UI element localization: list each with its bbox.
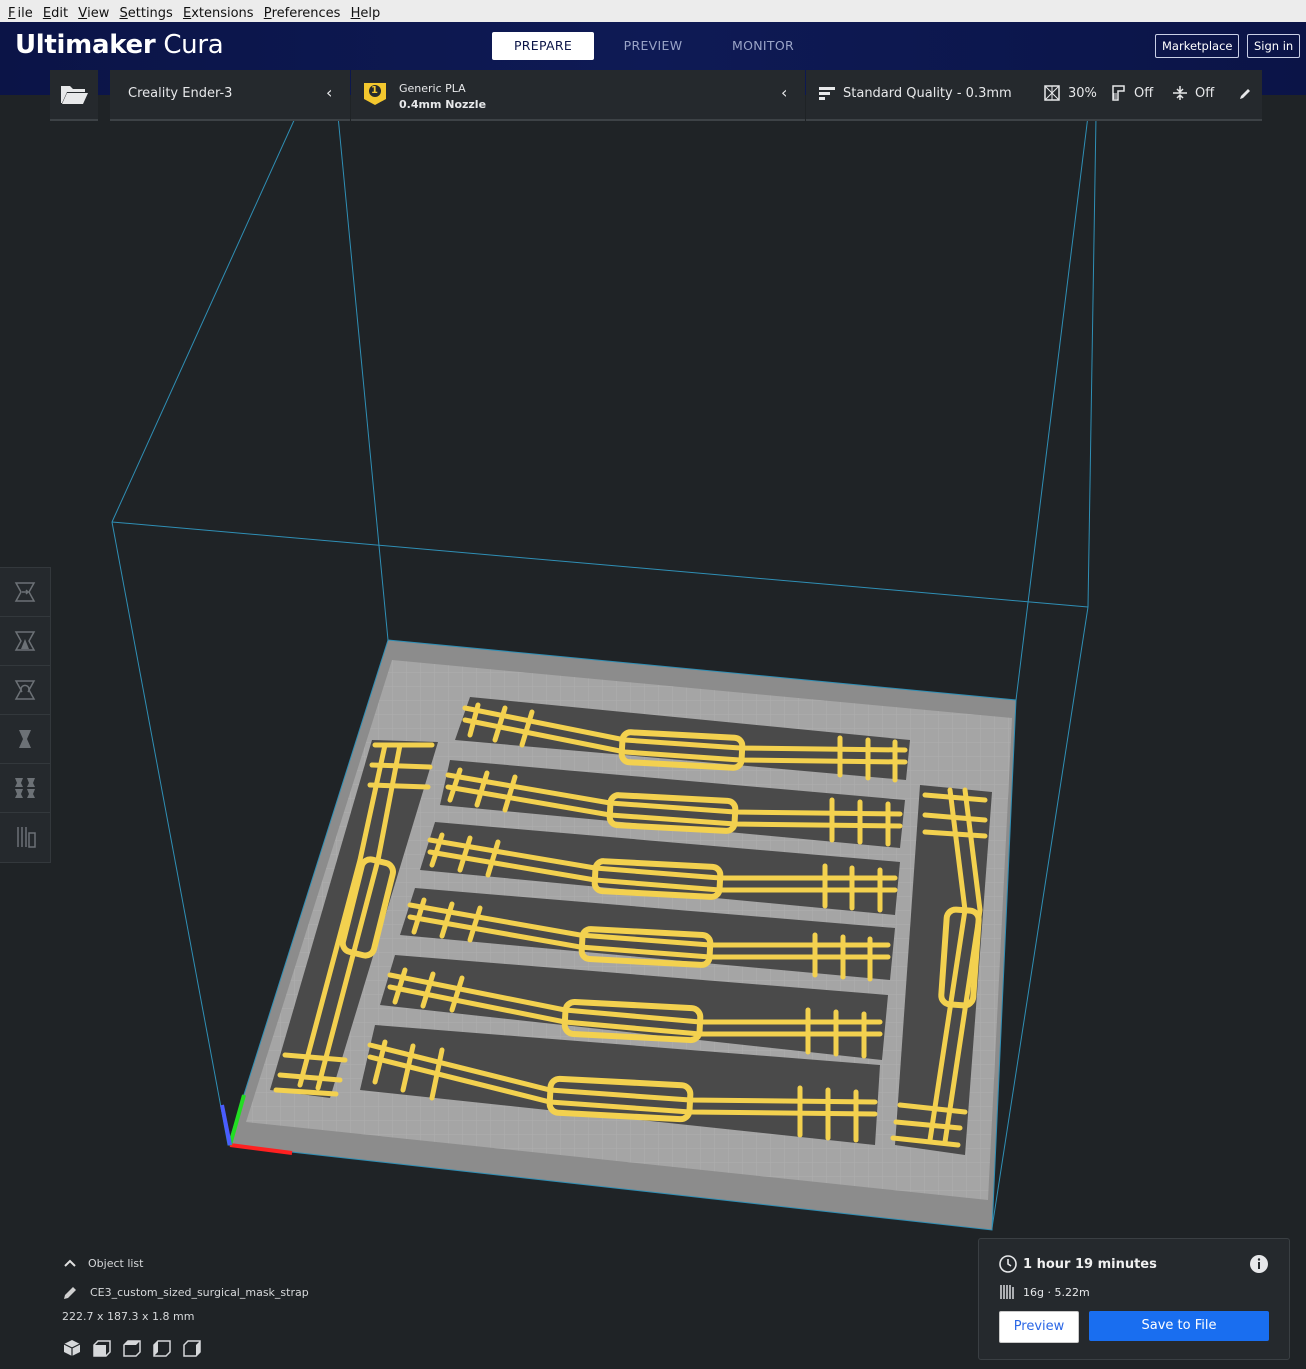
- info-icon[interactable]: [1249, 1254, 1269, 1274]
- material-selector[interactable]: 1 Generic PLA 0.4mm Nozzle ‹: [351, 70, 805, 121]
- quality-profile: Standard Quality - 0.3mm: [843, 86, 1012, 101]
- tab-preview[interactable]: PREVIEW: [602, 32, 704, 60]
- transform-tools: [0, 567, 51, 863]
- per-model-settings-icon: [15, 778, 35, 798]
- rotate-icon: [14, 680, 36, 700]
- rotate-tool-button[interactable]: [0, 666, 50, 715]
- tab-prepare[interactable]: PREPARE: [492, 32, 594, 60]
- stage-tabs: PREPARE PREVIEW MONITOR: [492, 32, 822, 60]
- preview-button[interactable]: Preview: [999, 1311, 1079, 1343]
- save-to-file-button[interactable]: Save to File: [1089, 1311, 1269, 1341]
- pencil-icon[interactable]: [1238, 87, 1252, 101]
- view-orientation-buttons: [62, 1338, 212, 1362]
- tab-monitor[interactable]: MONITOR: [712, 32, 814, 60]
- cube-left-icon: [153, 1340, 171, 1357]
- move-icon: [14, 582, 36, 602]
- pencil-icon: [64, 1287, 76, 1299]
- move-tool-button[interactable]: [0, 568, 50, 617]
- infill-icon: [1044, 85, 1060, 101]
- menu-settings[interactable]: Settings: [115, 3, 174, 21]
- cube-right-icon: [183, 1340, 201, 1357]
- object-list-title: Object list: [88, 1257, 144, 1270]
- print-time: 1 hour 19 minutes: [1023, 1257, 1157, 1272]
- chevron-up-icon: [64, 1259, 76, 1267]
- clock-icon: [999, 1255, 1017, 1273]
- cube-3d-icon: [63, 1340, 81, 1356]
- folder-open-icon: [61, 86, 88, 104]
- menu-help[interactable]: Help: [347, 3, 383, 21]
- print-info-panel: 1 hour 19 minutes 16g · 5.22m Preview Sa…: [978, 1238, 1290, 1360]
- mirror-icon: [19, 730, 31, 748]
- object-name[interactable]: CE3_custom_sized_surgical_mask_strap: [90, 1286, 309, 1299]
- menu-preferences[interactable]: Preferences: [260, 3, 343, 21]
- per-model-settings-button[interactable]: [0, 764, 50, 813]
- chevron-left-icon: ‹: [326, 83, 333, 102]
- quality-profile-icon: [819, 87, 835, 100]
- scale-icon: [14, 631, 36, 651]
- adhesion-icon: [1173, 86, 1187, 100]
- marketplace-button[interactable]: Marketplace: [1155, 34, 1240, 58]
- chevron-left-icon: ‹: [781, 83, 788, 102]
- printer-selector[interactable]: Creality Ender-3 ‹: [110, 70, 350, 121]
- object-dimensions: 222.7 x 187.3 x 1.8 mm: [62, 1310, 195, 1323]
- extruder-number: 1: [371, 85, 378, 96]
- view-right-button[interactable]: [182, 1338, 212, 1362]
- cube-front-icon: [93, 1340, 111, 1357]
- open-file-button[interactable]: [50, 70, 98, 121]
- support-blocker-button[interactable]: [0, 813, 50, 861]
- menu-view[interactable]: View: [74, 3, 111, 21]
- sign-in-button[interactable]: Sign in: [1247, 34, 1301, 58]
- filament-spool-icon: [1000, 1285, 1014, 1299]
- menu-file[interactable]: File: [0, 0, 35, 21]
- mirror-tool-button[interactable]: [0, 715, 50, 764]
- adhesion-value: Off: [1195, 86, 1215, 101]
- material-usage: 16g · 5.22m: [1023, 1286, 1090, 1299]
- print-settings-selector[interactable]: Standard Quality - 0.3mm 30% Off Off: [806, 70, 1262, 121]
- view-top-button[interactable]: [122, 1338, 152, 1362]
- build-volume-viewport[interactable]: [0, 95, 1306, 1369]
- menu-extensions[interactable]: Extensions: [179, 3, 256, 21]
- infill-value: 30%: [1068, 86, 1097, 101]
- scale-tool-button[interactable]: [0, 617, 50, 666]
- menu-edit[interactable]: Edit: [39, 3, 70, 21]
- view-left-button[interactable]: [152, 1338, 182, 1362]
- material-name: Generic PLA: [399, 82, 466, 95]
- support-blocker-icon: [17, 827, 36, 848]
- support-icon: [1112, 85, 1125, 101]
- view-3d-button[interactable]: [62, 1338, 92, 1362]
- app-logo: Ultimaker Cura: [15, 30, 224, 60]
- view-front-button[interactable]: [92, 1338, 122, 1362]
- support-value: Off: [1134, 86, 1154, 101]
- cube-top-icon: [123, 1340, 141, 1357]
- menu-bar: File Edit View Settings Extensions Prefe…: [0, 0, 1306, 23]
- printer-name: Creality Ender-3: [128, 86, 233, 101]
- nozzle-size: 0.4mm Nozzle: [399, 98, 487, 111]
